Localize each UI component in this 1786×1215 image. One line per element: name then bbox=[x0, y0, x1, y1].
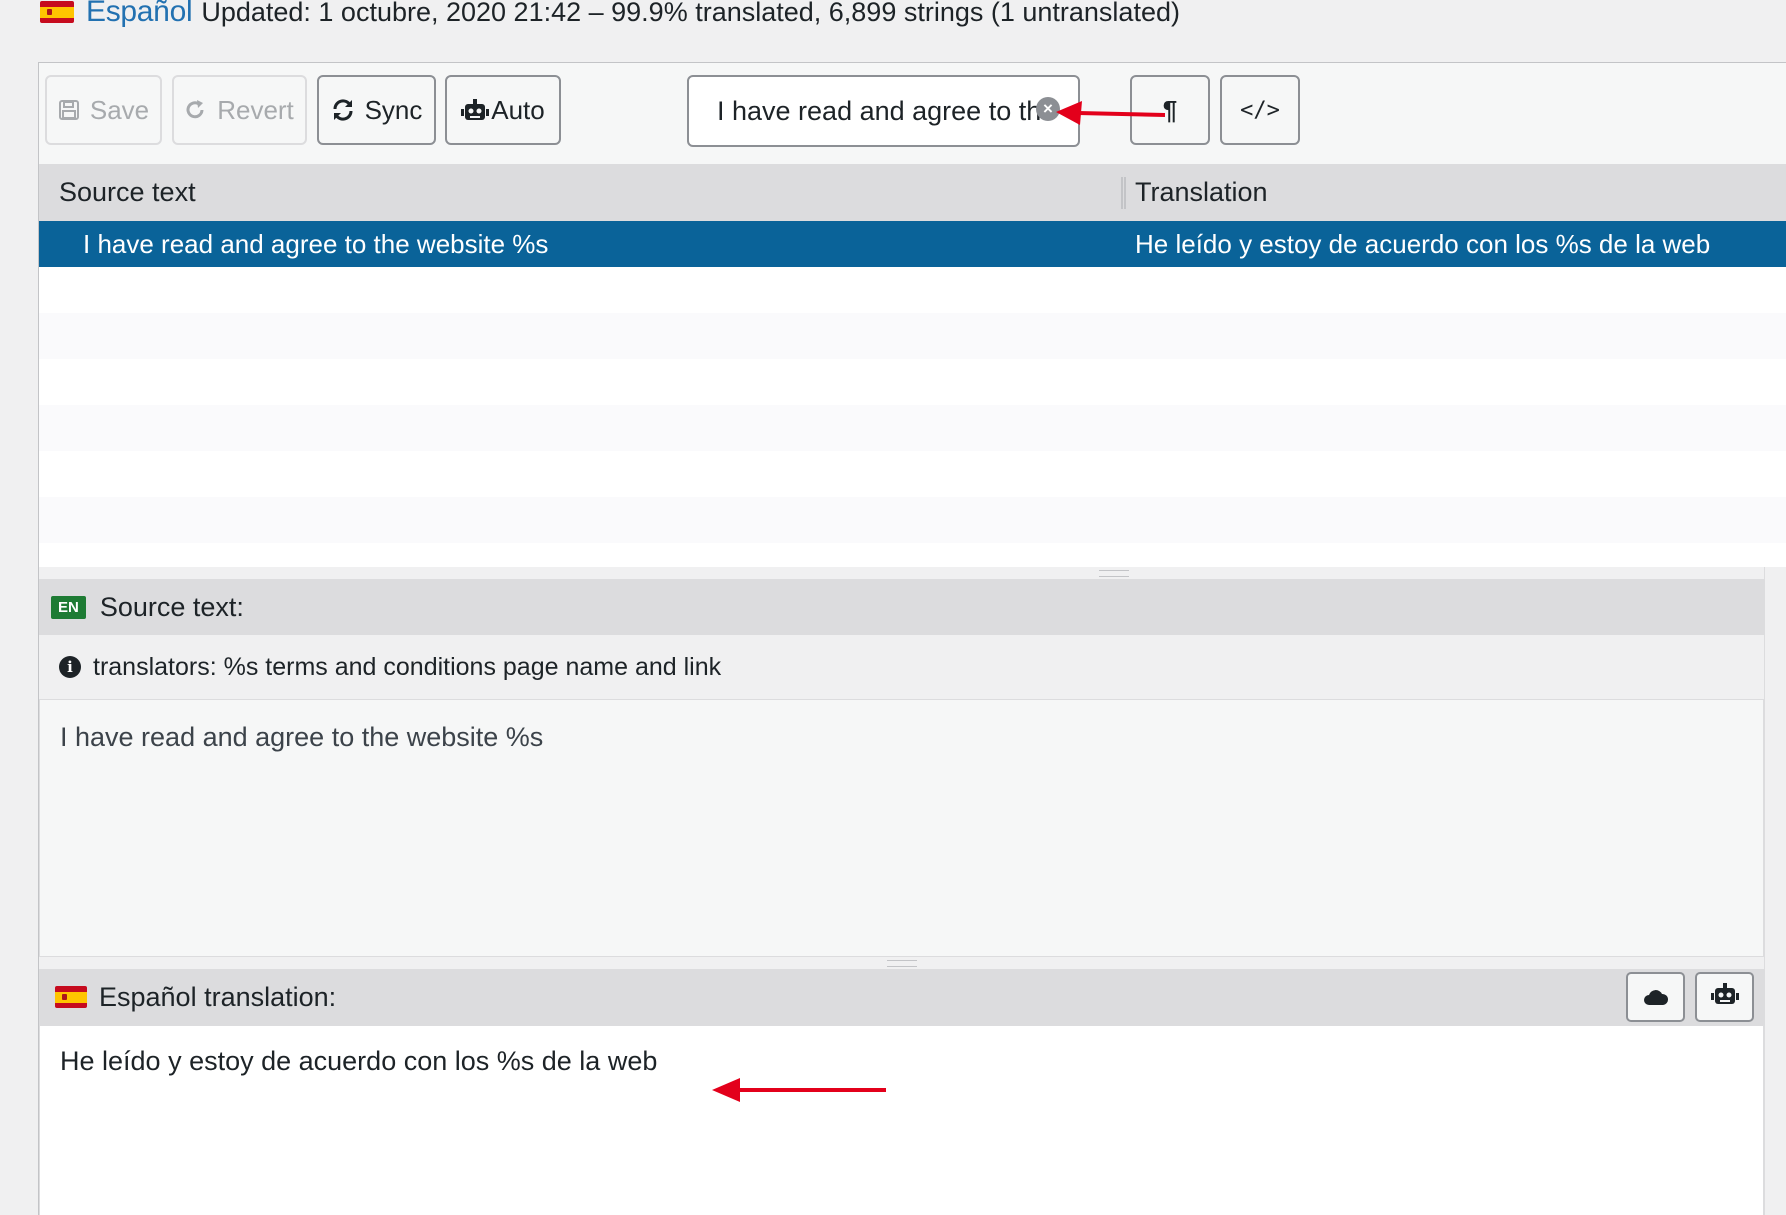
info-icon: i bbox=[59, 656, 81, 678]
editor-frame: Save Revert Sync Auto I have read and ag… bbox=[38, 62, 1786, 1215]
list-resize-handle[interactable] bbox=[39, 567, 1786, 579]
code-icon: </> bbox=[1240, 97, 1280, 123]
annotation-arrow bbox=[712, 1078, 886, 1102]
undo-icon bbox=[185, 99, 207, 121]
translator-note-text: translators: %s terms and conditions pag… bbox=[93, 652, 722, 681]
cloud-suggest-button[interactable] bbox=[1626, 972, 1685, 1022]
translator-note: i translators: %s terms and conditions p… bbox=[39, 635, 1764, 699]
translation-status: Updated: 1 octubre, 2020 21:42 – 99.9% t… bbox=[201, 0, 1180, 27]
spain-flag-icon bbox=[40, 1, 74, 23]
revert-button[interactable]: Revert bbox=[172, 75, 307, 145]
page-header: Español Updated: 1 octubre, 2020 21:42 –… bbox=[40, 0, 1180, 30]
floppy-disk-icon bbox=[58, 99, 80, 121]
translation-input[interactable]: He leído y estoy de acuerdo con los %s d… bbox=[39, 1025, 1764, 1215]
language-name[interactable]: Español bbox=[86, 0, 193, 29]
row-source-text: I have read and agree to the website %s bbox=[83, 229, 549, 259]
code-view-toggle-button[interactable]: </> bbox=[1220, 75, 1300, 145]
source-text-box: I have read and agree to the website %s bbox=[39, 699, 1764, 957]
annotation-arrow bbox=[1056, 101, 1166, 125]
refresh-icon bbox=[331, 98, 355, 122]
robot-icon bbox=[461, 98, 490, 122]
source-resize-handle[interactable] bbox=[39, 957, 1764, 969]
row-translation: He leído y estoy de acuerdo con los %s d… bbox=[1135, 229, 1711, 259]
side-panel-gutter bbox=[1764, 567, 1786, 1215]
sync-button[interactable]: Sync bbox=[317, 75, 436, 145]
translation-panel-title: Español translation: bbox=[99, 981, 337, 1012]
column-resize-handle[interactable] bbox=[1121, 177, 1126, 209]
save-label: Save bbox=[89, 94, 150, 125]
list-header: Source text Translation bbox=[39, 165, 1786, 221]
search-value: I have read and agree to th bbox=[717, 95, 1042, 126]
source-panel-header: EN Source text: bbox=[39, 579, 1764, 635]
robot-icon bbox=[1710, 982, 1739, 1013]
revert-label: Revert bbox=[217, 94, 294, 125]
editor-toolbar: Save Revert Sync Auto I have read and ag… bbox=[39, 63, 1786, 165]
spain-flag-icon bbox=[55, 986, 87, 1008]
auto-label: Auto bbox=[491, 94, 545, 125]
auto-button[interactable]: Auto bbox=[445, 75, 561, 145]
column-source-text[interactable]: Source text bbox=[59, 177, 196, 208]
string-list-empty-area bbox=[39, 267, 1786, 567]
english-badge: EN bbox=[51, 595, 86, 619]
sync-label: Sync bbox=[364, 94, 423, 125]
source-panel-title: Source text: bbox=[99, 591, 244, 622]
column-translation[interactable]: Translation bbox=[1135, 177, 1268, 208]
save-button[interactable]: Save bbox=[45, 75, 162, 145]
search-input[interactable]: I have read and agree to th × bbox=[687, 75, 1080, 147]
translation-panel-header: Español translation: bbox=[39, 969, 1764, 1025]
cloud-icon bbox=[1643, 982, 1669, 1013]
auto-translate-button[interactable] bbox=[1695, 972, 1754, 1022]
table-row-selected[interactable]: I have read and agree to the website %s … bbox=[39, 221, 1786, 267]
